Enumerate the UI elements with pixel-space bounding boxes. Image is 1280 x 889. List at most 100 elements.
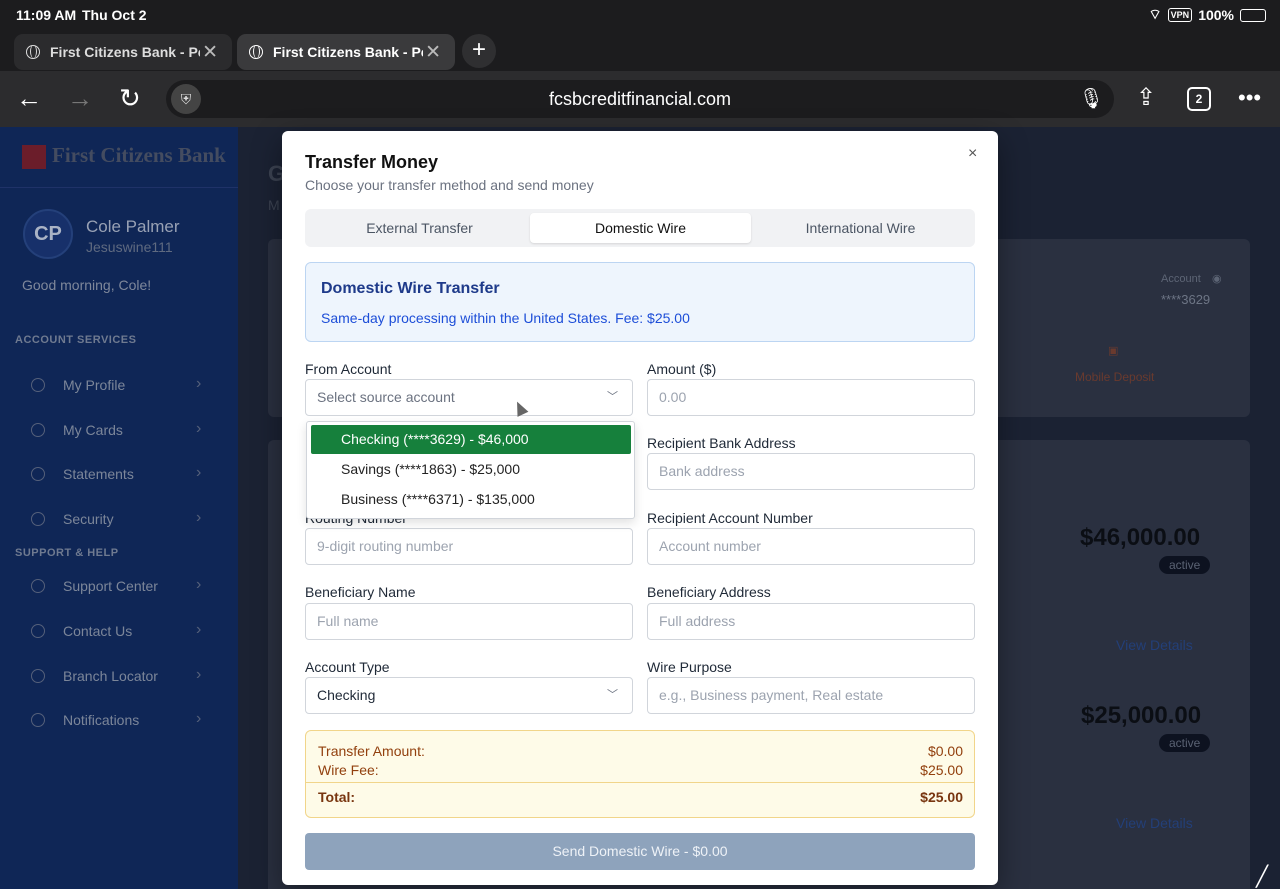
tab-title: First Citizens Bank - Pe <box>273 44 423 60</box>
greeting: Good morning, Cole! <box>22 277 152 293</box>
chevron-right-icon: › <box>196 420 202 437</box>
browser-tab-bar: First Citizens Bank - Pe ✕ First Citizen… <box>0 30 1280 71</box>
account-label: Account <box>1161 273 1201 285</box>
sidebar-item-my-cards[interactable]: My Cards › <box>0 414 238 448</box>
sidebar: First Citizens Bank CP Cole Palmer Jesus… <box>0 127 238 889</box>
sidebar-item-notifications[interactable]: Notifications › <box>0 704 238 738</box>
camera-icon: ▣ <box>1108 345 1119 357</box>
status-badge: active <box>1159 734 1211 752</box>
beneficiary-name-input[interactable]: Full name <box>305 603 633 640</box>
user-name: Cole Palmer <box>86 217 180 236</box>
dashboard-subtitle: M <box>268 197 280 213</box>
view-details-link[interactable]: View Details <box>1116 637 1193 653</box>
shield-icon <box>31 512 45 526</box>
browser-tab-1[interactable]: First Citizens Bank - Pe ✕ <box>14 34 232 70</box>
pencil-icon[interactable]: ╱ <box>1256 864 1268 889</box>
tab-external-transfer[interactable]: External Transfer <box>309 213 530 243</box>
transfer-type-tabs: External Transfer Domestic Wire Internat… <box>305 209 975 247</box>
beneficiary-address-label: Beneficiary Address <box>647 584 771 600</box>
chevron-right-icon: › <box>196 509 202 526</box>
mobile-deposit-link[interactable]: Mobile Deposit <box>1075 370 1154 384</box>
vpn-badge: VPN <box>1167 8 1193 22</box>
chevron-right-icon: › <box>196 464 202 481</box>
url-text: fcsbcreditfinancial.com <box>548 89 732 109</box>
address-bar[interactable]: ⛨ fcsbcreditfinancial.com 🎙 <box>166 80 1114 118</box>
sidebar-item-support-center[interactable]: Support Center › <box>0 570 238 604</box>
close-tab-icon[interactable]: ✕ <box>425 41 441 64</box>
bell-icon <box>31 713 45 727</box>
info-description: Same-day processing within the United St… <box>321 310 690 326</box>
chevron-right-icon: › <box>196 666 202 683</box>
recipient-bank-address-input[interactable]: Bank address <box>647 453 975 490</box>
account-services-heading: ACCOUNT SERVICES <box>15 334 137 346</box>
amount-label: Amount ($) <box>647 361 717 377</box>
chevron-right-icon: › <box>196 375 202 392</box>
back-icon[interactable]: ← <box>16 83 42 113</box>
forward-icon[interactable]: → <box>67 83 93 113</box>
wire-purpose-input[interactable]: e.g., Business payment, Real estate <box>647 677 975 714</box>
battery-percent: 100% <box>1198 7 1234 23</box>
location-pin-icon <box>31 669 45 683</box>
reload-icon[interactable]: ↻ <box>119 83 141 113</box>
user-handle: Jesuswine111 <box>86 239 173 255</box>
from-account-select[interactable]: Select source account ﹀ <box>305 379 633 416</box>
tab-title: First Citizens Bank - Pe <box>50 44 200 60</box>
checking-balance: $46,000.00 <box>1080 524 1201 551</box>
more-icon[interactable]: ••• <box>1238 83 1261 113</box>
modal-subtitle: Choose your transfer method and send mon… <box>305 177 594 193</box>
share-icon[interactable]: ⇪ <box>1136 83 1156 113</box>
card-icon <box>31 423 45 437</box>
status-indicators: ⌔ VPN 100% <box>1148 6 1266 24</box>
chevron-right-icon: › <box>196 621 202 638</box>
chevron-down-icon: ﹀ <box>607 689 618 701</box>
sidebar-item-branch-locator[interactable]: Branch Locator › <box>0 660 238 694</box>
beneficiary-name-label: Beneficiary Name <box>305 584 416 600</box>
wifi-icon: ⌔ <box>1148 6 1162 22</box>
sidebar-item-security[interactable]: Security › <box>0 503 238 537</box>
close-icon[interactable]: × <box>968 145 977 163</box>
send-domestic-wire-button[interactable]: Send Domestic Wire - $0.00 <box>305 833 975 870</box>
tab-international-wire[interactable]: International Wire <box>750 213 971 243</box>
from-account-label: From Account <box>305 361 392 377</box>
beneficiary-address-input[interactable]: Full address <box>647 603 975 640</box>
status-bar: 11:09 AM Thu Oct 2 ⌔ VPN 100% <box>0 0 1280 30</box>
account-option-business[interactable]: Business (****6371) - $135,000 <box>311 485 631 514</box>
chevron-down-icon: ﹀ <box>607 391 618 403</box>
battery-icon <box>1240 8 1266 22</box>
account-type-select[interactable]: Checking ﹀ <box>305 677 633 714</box>
help-icon <box>31 579 45 593</box>
browser-tab-2[interactable]: First Citizens Bank - Pe ✕ <box>237 34 455 70</box>
microphone-icon[interactable]: 🎙 <box>1079 86 1104 111</box>
routing-number-input[interactable]: 9-digit routing number <box>305 528 633 565</box>
chevron-right-icon: › <box>196 576 202 593</box>
document-icon <box>31 467 45 481</box>
eye-icon[interactable]: ◉ <box>1212 272 1222 285</box>
account-type-label: Account Type <box>305 659 390 675</box>
recipient-account-number-label: Recipient Account Number <box>647 510 813 526</box>
account-option-savings[interactable]: Savings (****1863) - $25,000 <box>311 455 631 484</box>
info-banner: Domestic Wire Transfer Same-day processi… <box>305 262 975 342</box>
recipient-bank-address-label: Recipient Bank Address <box>647 435 796 451</box>
summary-wire-fee: Wire Fee: $25.00 <box>318 762 963 778</box>
globe-icon <box>26 45 40 59</box>
tab-domestic-wire[interactable]: Domestic Wire <box>530 213 751 243</box>
browser-toolbar: ← → ↻ ⛨ fcsbcreditfinancial.com 🎙 ⇪ 2 ••… <box>0 71 1280 127</box>
amount-input[interactable]: 0.00 <box>647 379 975 416</box>
recipient-account-number-input[interactable]: Account number <box>647 528 975 565</box>
tab-count-button[interactable]: 2 <box>1187 87 1211 111</box>
view-details-link[interactable]: View Details <box>1116 815 1193 831</box>
support-heading: SUPPORT & HELP <box>15 547 119 559</box>
close-tab-icon[interactable]: ✕ <box>202 41 218 64</box>
user-icon <box>31 378 45 392</box>
sidebar-item-statements[interactable]: Statements › <box>0 458 238 492</box>
account-option-checking[interactable]: Checking (****3629) - $46,000 <box>311 425 631 454</box>
sidebar-item-my-profile[interactable]: My Profile › <box>0 369 238 403</box>
bank-logo: First Citizens Bank <box>22 143 226 170</box>
new-tab-button[interactable]: + <box>462 34 496 68</box>
wire-purpose-label: Wire Purpose <box>647 659 732 675</box>
transfer-summary: Transfer Amount: $0.00 Wire Fee: $25.00 … <box>305 730 975 818</box>
globe-icon <box>249 45 263 59</box>
chevron-right-icon: › <box>196 710 202 727</box>
account-number: ****3629 <box>1161 292 1211 307</box>
sidebar-item-contact-us[interactable]: Contact Us › <box>0 615 238 649</box>
